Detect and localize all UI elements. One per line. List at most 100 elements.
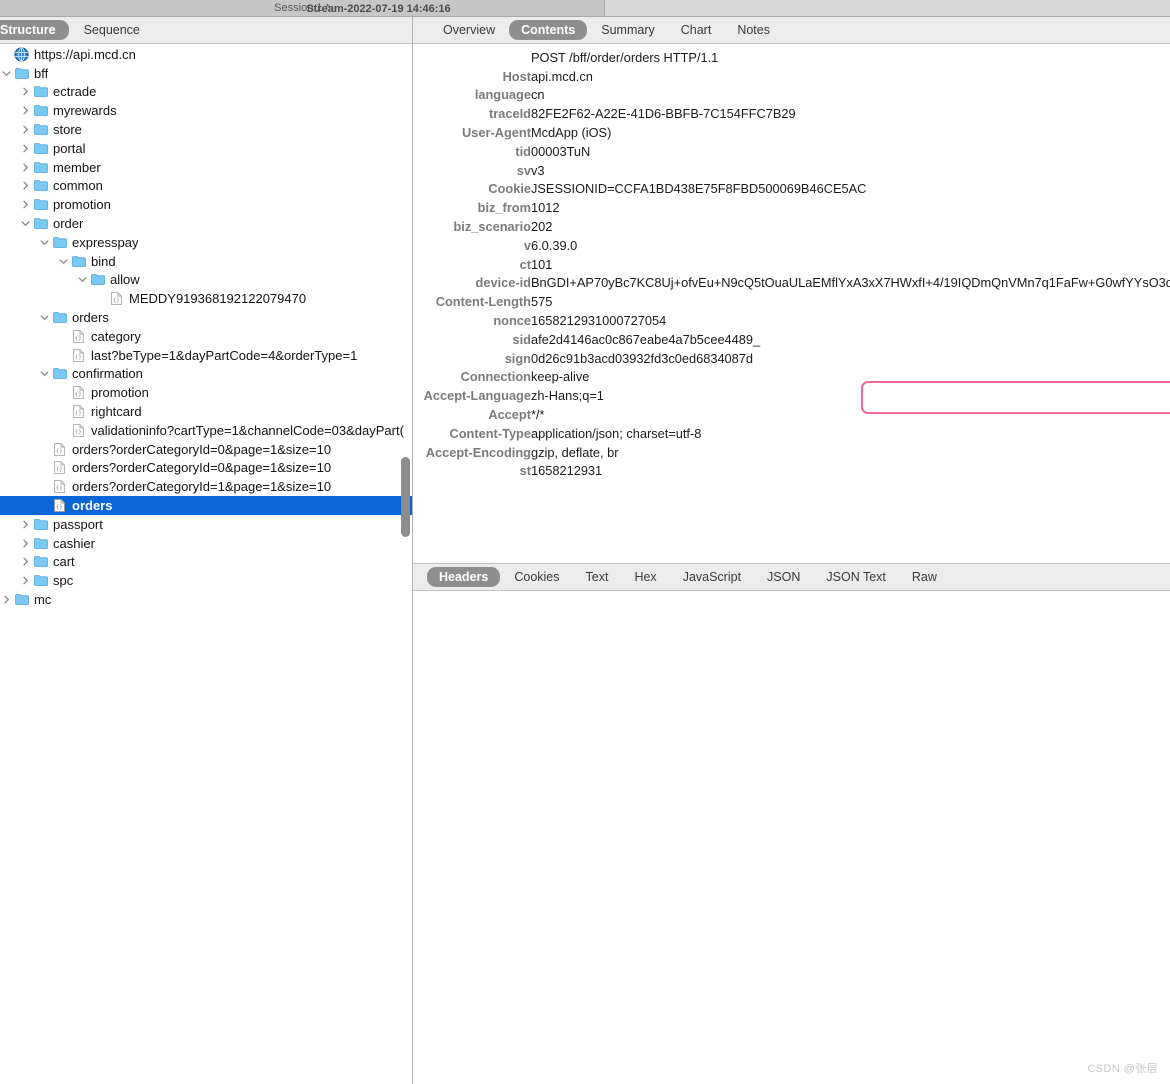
chevron-down-icon[interactable] (38, 369, 51, 378)
tab-sequence[interactable]: Sequence (71, 20, 153, 40)
tree-item-selected[interactable]: {} orders (0, 496, 412, 515)
chevron-down-icon[interactable] (19, 219, 32, 228)
bodytab-cookies[interactable]: Cookies (502, 567, 571, 587)
bodytab-text[interactable]: Text (574, 567, 621, 587)
chevron-right-icon[interactable] (19, 200, 32, 209)
structure-pane: Structure Sequence https://api.mcd.cn bff e… (0, 17, 413, 1084)
chevron-right-icon[interactable] (19, 557, 32, 566)
header-row[interactable]: nonce 1658212931000727054 (413, 311, 1170, 330)
tree-item[interactable]: {} orders?orderCategoryId=0&page=1&size=1… (0, 440, 412, 459)
chevron-right-icon[interactable] (0, 595, 13, 604)
tree-item[interactable]: store (0, 120, 412, 139)
tree-item[interactable]: portal (0, 139, 412, 158)
tree-item[interactable]: bind (0, 252, 412, 271)
tree-item[interactable]: cashier (0, 534, 412, 553)
tree-item[interactable]: {} last?beType=1&dayPartCode=4&orderType=… (0, 346, 412, 365)
chevron-down-icon[interactable] (57, 257, 70, 266)
bodytab-hex[interactable]: Hex (622, 567, 668, 587)
tree-item-label: order (53, 216, 84, 232)
bodytab-json[interactable]: JSON (755, 567, 812, 587)
tree-item[interactable]: confirmation (0, 365, 412, 384)
tab-chart[interactable]: Chart (669, 20, 724, 40)
header-row[interactable]: Accept-Language zh-Hans;q=1 (413, 386, 1170, 405)
header-row[interactable]: st 1658212931 (413, 462, 1170, 481)
tree-item[interactable]: {} category (0, 327, 412, 346)
tree-item[interactable]: expresspay (0, 233, 412, 252)
header-row[interactable]: Content-Type application/json; charset=ut… (413, 424, 1170, 443)
chevron-right-icon[interactable] (19, 144, 32, 153)
tree-item[interactable]: myrewards (0, 101, 412, 120)
bodytab-javascript[interactable]: JavaScript (671, 567, 753, 587)
tree-item[interactable]: spc (0, 571, 412, 590)
tree-item[interactable]: common (0, 177, 412, 196)
header-name: v (523, 237, 531, 253)
tree-item-label: bind (91, 253, 116, 269)
tree-item[interactable]: https://api.mcd.cn (0, 45, 412, 64)
header-row[interactable]: tid 00003TuN (413, 142, 1170, 161)
header-row[interactable]: device-id BnGDI+AP70yBc7KC8Uj+ofvEu+N9cQ5… (413, 274, 1170, 293)
tab-overview[interactable]: Overview (431, 20, 507, 40)
chevron-right-icon[interactable] (19, 181, 32, 190)
header-row[interactable]: sign 0d26c91b3acd03932fd3c0ed6834087d (413, 349, 1170, 368)
chevron-down-icon[interactable] (38, 238, 51, 247)
tree-item[interactable]: {} rightcard (0, 402, 412, 421)
tree-scrollbar[interactable] (401, 457, 410, 537)
bodytab-json-text[interactable]: JSON Text (814, 567, 898, 587)
header-row[interactable]: ct 101 (413, 255, 1170, 274)
tree-item[interactable]: member (0, 158, 412, 177)
header-row[interactable]: language cn (413, 86, 1170, 105)
tree-item[interactable]: {} MEDDY919368192122079470 (0, 289, 412, 308)
folder-icon (32, 518, 49, 530)
tree-item[interactable]: orders (0, 308, 412, 327)
header-row[interactable]: User-Agent McdApp (iOS) (413, 123, 1170, 142)
header-name: sv (516, 162, 531, 178)
tree-item[interactable]: {} orders?orderCategoryId=0&page=1&size=1… (0, 459, 412, 478)
tree-item[interactable]: {} validationinfo?cartType=1&channelCode=… (0, 421, 412, 440)
tree-item[interactable]: promotion (0, 195, 412, 214)
tab-contents[interactable]: Contents (509, 20, 588, 40)
tab-summary[interactable]: Summary (589, 20, 666, 40)
chevron-down-icon[interactable] (38, 313, 51, 322)
tree-item[interactable]: {} promotion (0, 383, 412, 402)
header-row[interactable]: Content-Length 575 (413, 292, 1170, 311)
session-tree[interactable]: https://api.mcd.cn bff ectrade myrewards sto… (0, 45, 412, 1084)
chevron-right-icon[interactable] (19, 520, 32, 529)
tree-item[interactable]: bff (0, 64, 412, 83)
tree-item[interactable]: ectrade (0, 83, 412, 102)
header-row[interactable]: Connection keep-alive (413, 368, 1170, 387)
header-row[interactable]: traceId 82FE2F62-A22E-41D6-BBFB-7C154FFC7… (413, 104, 1170, 123)
folder-icon (51, 236, 68, 248)
tab-structure[interactable]: Structure (0, 20, 69, 40)
header-row[interactable]: sid afe2d4146ac0c867eabe4a7b5cee4489_ (413, 330, 1170, 349)
chevron-down-icon[interactable] (0, 69, 13, 78)
chevron-right-icon[interactable] (19, 163, 32, 172)
header-row[interactable]: v 6.0.39.0 (413, 236, 1170, 255)
chevron-down-icon[interactable] (76, 275, 89, 284)
tree-item[interactable]: mc (0, 590, 412, 609)
tree-item[interactable]: allow (0, 271, 412, 290)
header-value: application/json; charset=utf-8 (531, 425, 702, 441)
header-name: User-Agent (462, 125, 531, 141)
chevron-right-icon[interactable] (19, 106, 32, 115)
chevron-right-icon[interactable] (19, 87, 32, 96)
chevron-right-icon[interactable] (19, 539, 32, 548)
bodytab-raw[interactable]: Raw (900, 567, 949, 587)
header-row[interactable]: sv v3 (413, 161, 1170, 180)
header-row[interactable]: biz_scenario 202 (413, 217, 1170, 236)
header-row[interactable]: Accept-Encoding gzip, deflate, br (413, 443, 1170, 462)
tab-notes[interactable]: Notes (725, 20, 782, 40)
tree-item[interactable]: passport (0, 515, 412, 534)
tree-item[interactable]: {} orders?orderCategoryId=1&page=1&size=1… (0, 477, 412, 496)
tree-item[interactable]: order (0, 214, 412, 233)
chevron-right-icon[interactable] (19, 125, 32, 134)
header-row[interactable]: Cookie JSESSIONID=CCFA1BD438E75F8FBD50006… (413, 180, 1170, 199)
tree-item-label: mc (34, 592, 52, 607)
file-icon: {} (108, 292, 125, 306)
chevron-right-icon[interactable] (19, 576, 32, 585)
folder-icon (32, 142, 49, 154)
bodytab-headers[interactable]: Headers (427, 567, 501, 587)
header-row[interactable]: Host api.mcd.cn (413, 67, 1170, 86)
header-row[interactable]: Accept */* (413, 405, 1170, 424)
tree-item[interactable]: cart (0, 553, 412, 572)
header-row[interactable]: biz_from 1012 (413, 198, 1170, 217)
